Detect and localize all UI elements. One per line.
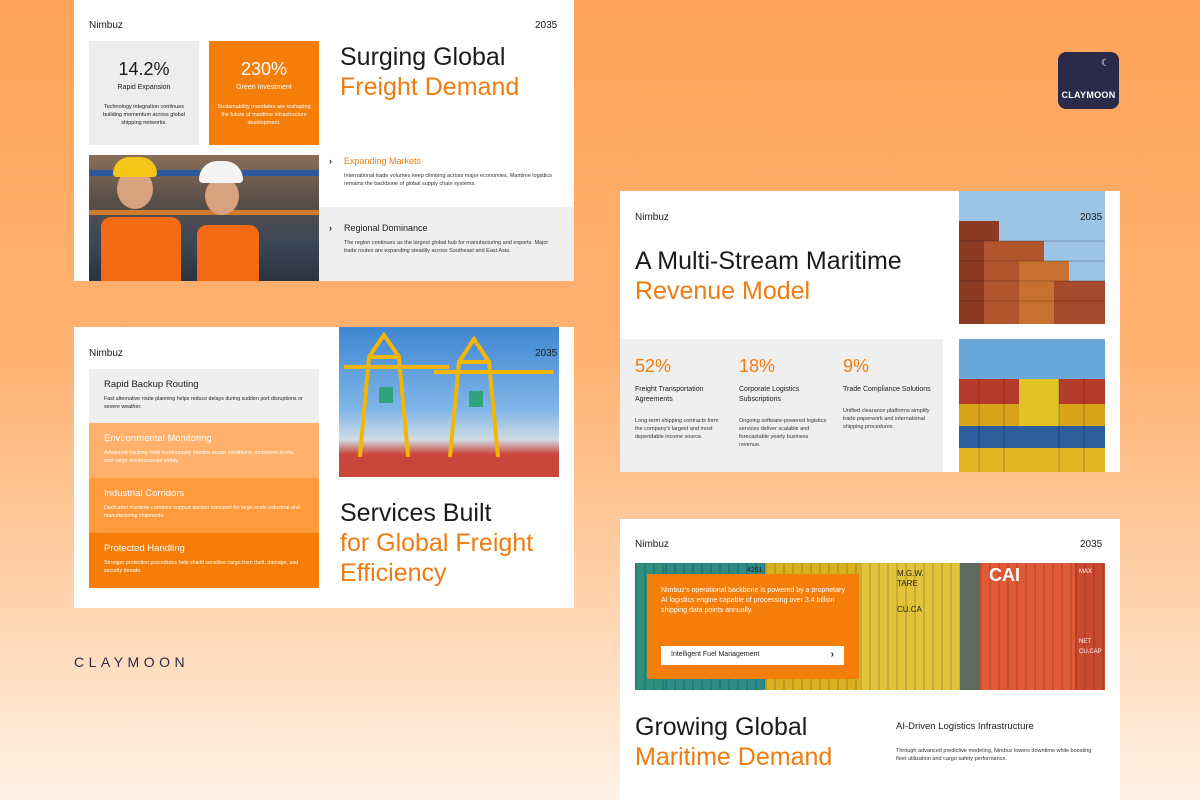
stream-percent: 52% xyxy=(635,356,672,376)
service-title: Protected Handling xyxy=(104,543,185,554)
brand-name: Nimbuz xyxy=(89,348,123,359)
service-title: Rapid Backup Routing xyxy=(104,379,199,390)
title-line-1: A Multi-Stream Maritime xyxy=(635,247,902,275)
stat-card-expansion: 14.2% Rapid Expansion Technology integra… xyxy=(89,41,199,145)
workers-photo xyxy=(89,155,319,281)
slide-freight-demand: Nimbuz 2035 14.2% Rapid Expansion Techno… xyxy=(74,0,574,281)
year-label: 2035 xyxy=(535,348,558,359)
feature-title: Expanding Markets xyxy=(344,156,422,166)
container-mark: MAX xyxy=(1079,569,1093,575)
service-title: Industrial Corridors xyxy=(104,488,185,499)
chevron-right-icon: › xyxy=(830,649,834,660)
title-line-3: Efficiency xyxy=(340,559,447,587)
service-description: Advanced tracking tools continuously mon… xyxy=(104,450,295,464)
container-mark: CU.CA xyxy=(897,605,922,614)
slide-title: A Multi-Stream Maritime Revenue Model xyxy=(635,246,902,306)
slide-title: Services Built for Global Freight Effici… xyxy=(340,498,533,588)
chevron-right-icon: › xyxy=(329,156,332,166)
ai-engine-callout: Nimbuz's operational backbone is powered… xyxy=(647,574,859,679)
slide-services: Nimbuz 2035 Rapid Backup Routing Fast al… xyxy=(74,327,574,608)
container-yard-photo xyxy=(959,339,1105,472)
feature-regional-dominance: › Regional Dominance The region continue… xyxy=(329,223,554,255)
stat-value: 230% xyxy=(240,59,288,79)
stream-percent: 9% xyxy=(843,356,870,376)
button-label: Intelligent Fuel Management xyxy=(671,651,760,658)
port-cranes-photo xyxy=(339,327,559,477)
feature-description: International trade volumes keep climbin… xyxy=(344,173,552,187)
stream-percent: 18% xyxy=(739,356,776,376)
stat-label: Green Investment xyxy=(236,84,292,91)
feature-description: The region continues as the largest glob… xyxy=(344,240,549,254)
title-line-2: for Global Freight xyxy=(340,529,534,557)
stream-title: Corporate Logistics Subscriptions xyxy=(739,386,800,403)
feature-title: Regional Dominance xyxy=(344,223,428,233)
service-environmental-monitoring: Environmental Monitoring Advanced tracki… xyxy=(89,423,319,478)
container-mark: 4261 xyxy=(747,567,763,574)
brand-name: Nimbuz xyxy=(635,212,669,223)
chevron-right-icon: › xyxy=(329,223,332,233)
revenue-stream-compliance: 9% Trade Compliance Solutions Unified cl… xyxy=(843,356,933,431)
badge-text: CLAYMOON xyxy=(1061,90,1116,100)
crescent-moon-icon: ☾ xyxy=(1101,58,1110,69)
stream-title: Trade Compliance Solutions xyxy=(843,386,931,393)
revenue-stream-freight: 52% Freight Transportation Agreements Lo… xyxy=(635,356,725,441)
year-label: 2035 xyxy=(1080,539,1103,550)
container-mark: CAI xyxy=(989,565,1020,585)
stat-description: Sustainability mandates are reshaping th… xyxy=(217,104,311,126)
stat-value: 14.2% xyxy=(118,59,170,79)
brand-name: Nimbuz xyxy=(89,20,123,31)
container-stack-photo xyxy=(959,191,1105,324)
slide-revenue-model: Nimbuz 2035 A Multi-Stream Maritime Reve… xyxy=(620,191,1120,472)
container-mark: M.G.W. xyxy=(897,569,924,578)
intelligent-fuel-management-button[interactable]: Intelligent Fuel Management › xyxy=(661,646,844,665)
title-line-2: Freight Demand xyxy=(340,73,520,101)
stat-label: Rapid Expansion xyxy=(117,84,171,91)
title-line-2: Revenue Model xyxy=(635,277,811,305)
side-title: AI-Driven Logistics Infrastructure xyxy=(896,721,1034,732)
feature-expanding-markets: › Expanding Markets International trade … xyxy=(329,156,554,188)
container-mark: NET xyxy=(1079,639,1091,645)
service-description: Fast alternative route planning helps re… xyxy=(104,396,303,410)
brand-name: Nimbuz xyxy=(635,539,669,550)
slide-maritime-demand: Nimbuz 2035 4261 M.G.W. TARE CU.CA CAI M… xyxy=(620,519,1120,800)
container-mark: TARE xyxy=(897,579,918,588)
stream-description: Long-term shipping contracts form the co… xyxy=(635,418,719,440)
stream-description: Ongoing software-powered logistics servi… xyxy=(739,418,827,448)
claymoon-wordmark: CLAYMOON xyxy=(74,654,190,670)
year-label: 2035 xyxy=(535,20,558,31)
container-mark: CU.CAP xyxy=(1079,649,1102,655)
title-line-2: Maritime Demand xyxy=(635,743,833,771)
year-label: 2035 xyxy=(1080,212,1103,223)
service-description: Dedicated maritime corridors support qui… xyxy=(104,505,300,519)
title-line-1: Growing Global xyxy=(635,713,808,741)
title-line-1: Surging Global xyxy=(340,43,506,71)
service-industrial-corridors: Industrial Corridors Dedicated maritime … xyxy=(89,478,319,533)
service-rapid-backup-routing: Rapid Backup Routing Fast alternative ro… xyxy=(89,369,319,423)
slide-title: Surging Global Freight Demand xyxy=(340,42,519,102)
title-line-1: Services Built xyxy=(340,499,492,527)
revenue-stream-logistics: 18% Corporate Logistics Subscriptions On… xyxy=(739,356,829,449)
stream-title: Freight Transportation Agreements xyxy=(635,386,704,403)
callout-text: Nimbuz's operational backbone is powered… xyxy=(661,587,845,614)
stat-card-green-investment: 230% Green Investment Sustainability man… xyxy=(209,41,319,145)
service-title: Environmental Monitoring xyxy=(104,433,212,444)
service-protected-handling: Protected Handling Stronger protection p… xyxy=(89,533,319,588)
stream-description: Unified clearance platforms simplify tra… xyxy=(843,408,930,430)
side-description: Through advanced predictive modeling, Ni… xyxy=(896,748,1092,762)
service-description: Stronger protection procedures help shie… xyxy=(104,560,299,574)
slide-title: Growing Global Maritime Demand xyxy=(635,712,832,772)
claymoon-badge-logo: ☾ CLAYMOON xyxy=(1058,52,1119,109)
stat-description: Technology integration continues buildin… xyxy=(103,104,185,126)
